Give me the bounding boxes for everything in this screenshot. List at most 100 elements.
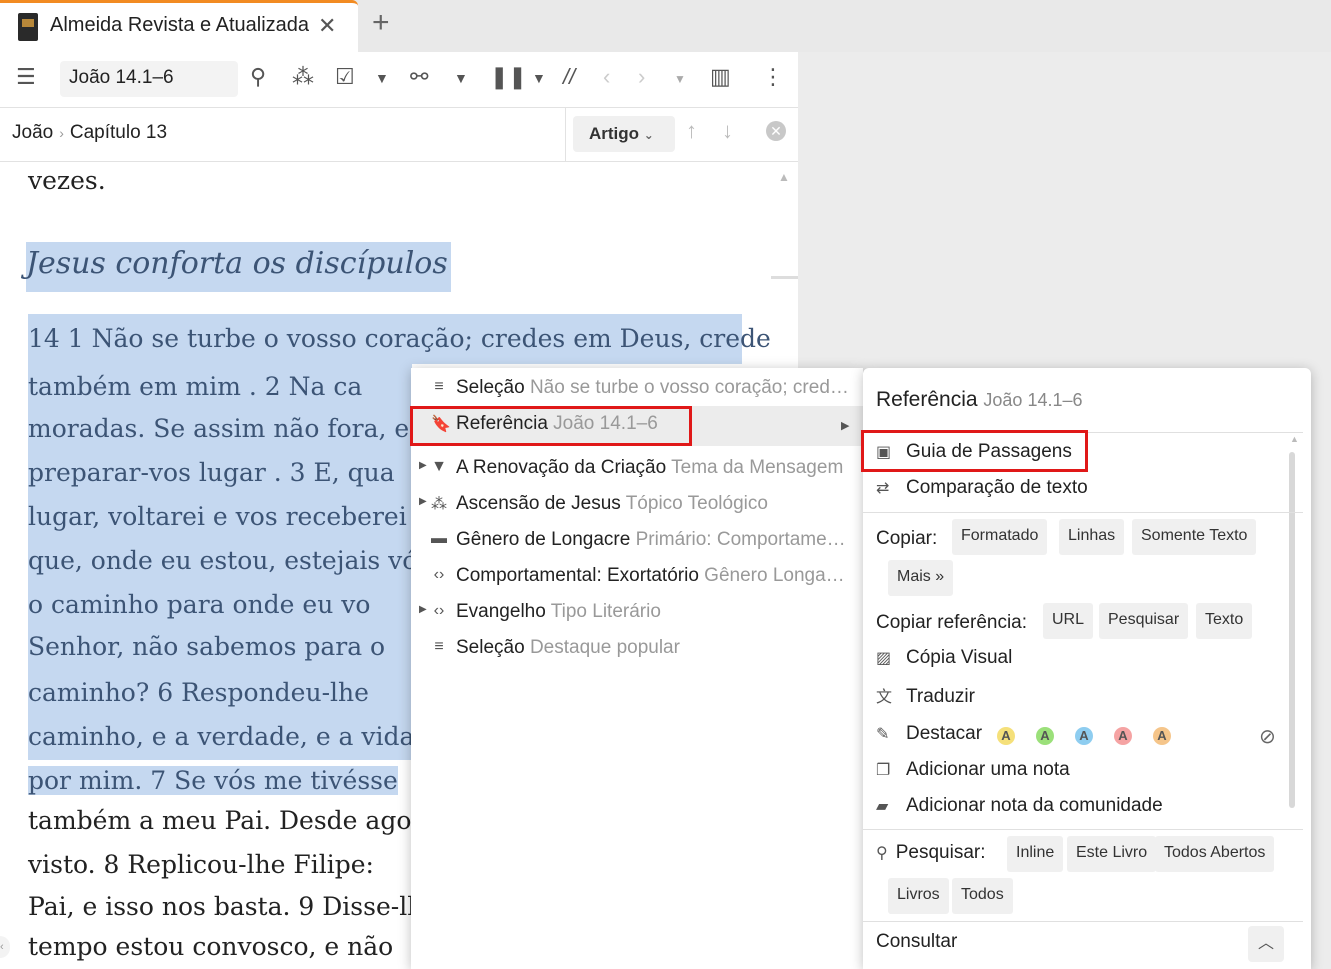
- verse-line: lugar, voltarei e vos receberei: [28, 496, 412, 540]
- highlight-box: [410, 406, 692, 446]
- expand-icon[interactable]: ▶: [419, 496, 427, 507]
- submenu-title-text: Referência: [876, 388, 978, 411]
- context-menu: ≡ Seleção Não se turbe o vosso coração; …: [410, 368, 863, 969]
- collapse-button[interactable]: ︿: [1248, 926, 1284, 962]
- comparacao-texto-item[interactable]: ⇄ Comparação de texto: [876, 477, 1088, 499]
- menu-item-text: Seleção: [456, 637, 525, 658]
- forward-icon[interactable]: ›: [638, 64, 645, 90]
- highlight-orange-swatch[interactable]: A: [1153, 727, 1171, 745]
- more-icon[interactable]: ⋮: [762, 64, 784, 90]
- artigo-dropdown[interactable]: Artigo ⌄: [573, 116, 675, 152]
- scrollbar[interactable]: [1289, 452, 1295, 808]
- copia-visual-item[interactable]: ▨ Cópia Visual: [876, 647, 1012, 669]
- book-icon: [18, 13, 38, 41]
- arrow-up-icon[interactable]: ↑: [686, 118, 697, 144]
- expand-icon[interactable]: ▶: [419, 604, 427, 615]
- new-tab-button[interactable]: +: [372, 6, 390, 40]
- copiar-url-button[interactable]: URL: [1043, 603, 1094, 639]
- menu-item-genero-longacre[interactable]: ▬ Gênero de Longacre Primário: Comportam…: [411, 522, 863, 558]
- copiar-texto-button[interactable]: Texto: [1196, 603, 1253, 639]
- chevron-down-icon[interactable]: ▼: [454, 70, 468, 86]
- breadcrumb: João › Capítulo 13: [12, 122, 167, 144]
- adicionar-nota-label: Adicionar uma nota: [906, 759, 1070, 780]
- highlight-green-swatch[interactable]: A: [1036, 727, 1054, 745]
- code-icon: ‹›: [433, 602, 445, 619]
- menu-item-sub: Destaque popular: [529, 637, 680, 658]
- pesquisar-todos-abertos-button[interactable]: Todos Abertos: [1155, 836, 1275, 872]
- section-heading: Jesus conforta os discípulos: [26, 242, 451, 292]
- traduzir-item[interactable]: 文 Traduzir: [876, 683, 975, 708]
- checkbox-icon[interactable]: ☑: [335, 64, 355, 90]
- clear-icon[interactable]: ✕: [766, 121, 786, 141]
- back-icon[interactable]: ‹: [603, 64, 610, 90]
- copiar-label: Copiar:: [876, 528, 938, 549]
- divider: [863, 829, 1303, 830]
- verse-line: Senhor, não sabemos para o: [28, 628, 412, 672]
- highlight-red-swatch[interactable]: A: [1114, 727, 1132, 745]
- pesquisar-livros-button[interactable]: Livros: [888, 878, 949, 914]
- pesquisar-este-livro-button[interactable]: Este Livro: [1067, 836, 1157, 872]
- clear-highlight-icon[interactable]: ⊘: [1259, 724, 1276, 749]
- highlight-box: [861, 430, 1088, 472]
- adicionar-nota-item[interactable]: ❐ Adicionar uma nota: [876, 759, 1070, 781]
- copiar-mais-button[interactable]: Mais »: [888, 560, 954, 596]
- menu-item-sub: Gênero Longa…: [704, 565, 845, 586]
- scroll-up-icon[interactable]: ▲: [1290, 434, 1299, 444]
- menu-item-label: Ascensão de Jesus Tópico Teológico: [456, 493, 768, 515]
- menu-item-comportamental[interactable]: ‹› Comportamental: Exortatório Gênero Lo…: [411, 558, 863, 594]
- destacar-item[interactable]: ✎ Destacar: [876, 723, 982, 745]
- traduzir-label: Traduzir: [906, 686, 975, 707]
- tab-almeida[interactable]: Almeida Revista e Atualizada ✕: [0, 0, 358, 52]
- verse-line: por mim. 7 Se vós me tivésse: [28, 760, 412, 804]
- search-icon[interactable]: ⚲: [250, 64, 266, 90]
- breadcrumb-book[interactable]: João: [12, 122, 53, 143]
- reference-input[interactable]: João 14.1–6: [60, 61, 238, 97]
- menu-icon[interactable]: ☰: [16, 64, 36, 90]
- interlinear-icon[interactable]: ⚯: [410, 64, 428, 90]
- visual-filter-icon[interactable]: ⁂: [292, 64, 314, 90]
- verse-line: tempo estou convosco, e não: [28, 932, 394, 961]
- copiar-formatado-button[interactable]: Formatado: [952, 519, 1048, 555]
- verse-line: que, onde eu estou, estejais vó: [28, 540, 417, 584]
- parallel-icon[interactable]: //: [563, 64, 575, 90]
- comparacao-label: Comparação de texto: [906, 477, 1088, 498]
- highlighter-icon: ✎: [876, 726, 890, 743]
- highlight-blue-swatch[interactable]: A: [1075, 727, 1093, 745]
- menu-item-text: A Renovação da Criação: [456, 457, 667, 478]
- artigo-label: Artigo: [589, 124, 640, 143]
- menu-item-evangelho[interactable]: ▶ ‹› Evangelho Tipo Literário: [411, 594, 863, 630]
- nota-comunidade-item[interactable]: ▰ Adicionar nota da comunidade: [876, 795, 1163, 817]
- menu-item-sub: Não se turbe o vosso coração; cred…: [529, 377, 849, 398]
- theme-icon: ▼: [431, 458, 447, 475]
- menu-item-ascensao[interactable]: ▶ ⁂ Ascensão de Jesus Tópico Teológico: [411, 486, 863, 522]
- copiar-referencia-label: Copiar referência:: [876, 612, 1028, 633]
- columns-icon[interactable]: ❚❚: [490, 64, 527, 90]
- copiar-somente-texto-button[interactable]: Somente Texto: [1132, 519, 1257, 555]
- pesquisar-inline-button[interactable]: Inline: [1007, 836, 1064, 872]
- menu-item-selecao[interactable]: ≡ Seleção Não se turbe o vosso coração; …: [411, 370, 863, 406]
- verse-line: também a meu Pai. Desde ago: [28, 806, 412, 835]
- menu-item-selecao-destaque[interactable]: ≡ Seleção Destaque popular: [411, 630, 863, 666]
- scroll-up-icon[interactable]: ▲: [778, 170, 790, 184]
- arrow-down-icon[interactable]: ↓: [722, 118, 733, 144]
- verse-line: também em mim . 2 Na ca: [28, 364, 412, 408]
- layout-icon[interactable]: ▥: [710, 64, 731, 90]
- verse-line: visto. 8 Replicou-lhe Filipe:: [28, 850, 374, 879]
- menu-item-text: Seleção: [456, 377, 525, 398]
- pesquisar-todos-button[interactable]: Todos: [952, 878, 1013, 914]
- scrollbar[interactable]: [771, 276, 798, 279]
- expand-icon[interactable]: ▶: [419, 460, 427, 471]
- highlight-yellow-swatch[interactable]: A: [997, 727, 1015, 745]
- breadcrumb-chapter[interactable]: Capítulo 13: [70, 122, 167, 143]
- menu-item-renovacao[interactable]: ▶ ▼ A Renovação da Criação Tema da Mensa…: [411, 450, 863, 486]
- copiar-linhas-button[interactable]: Linhas: [1059, 519, 1125, 555]
- chevron-down-icon[interactable]: ▼: [532, 70, 546, 86]
- copiar-pesquisar-button[interactable]: Pesquisar: [1099, 603, 1189, 639]
- navigation-bar: João › Capítulo 13 Artigo ⌄ ↑ ↓ ✕: [0, 108, 798, 162]
- submenu-title: Referência João 14.1–6: [876, 388, 1083, 412]
- verse-line: Pai, e isso nos basta. 9 Disse-lhe: [28, 892, 439, 921]
- chevron-down-icon[interactable]: ▼: [674, 72, 686, 86]
- menu-item-label: Evangelho Tipo Literário: [456, 601, 661, 623]
- chevron-down-icon[interactable]: ▼: [375, 70, 389, 86]
- close-icon[interactable]: ✕: [318, 13, 336, 39]
